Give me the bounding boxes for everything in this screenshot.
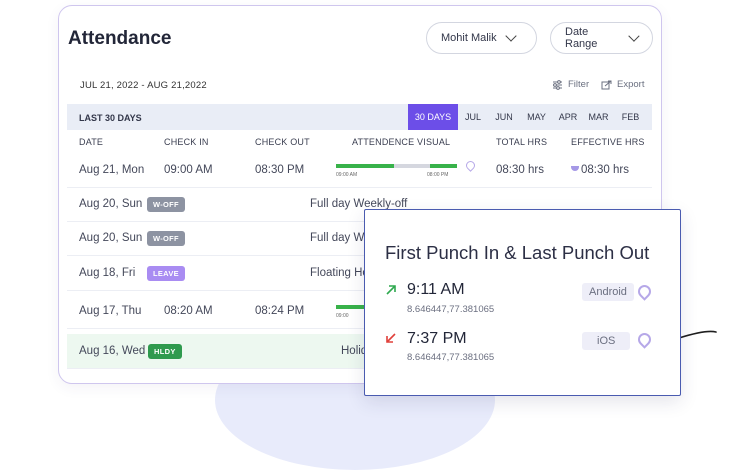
punch-in-device-badge: Android [582, 283, 634, 301]
punch-out-coordinates: 8.646447,77.381065 [407, 352, 495, 363]
arrow-up-right-icon [386, 285, 396, 295]
punch-details-popup: First Punch In & Last Punch Out 9:11 AM … [364, 209, 681, 396]
punch-out-time: 7:37 PM [407, 330, 467, 347]
location-pin-icon[interactable] [635, 330, 654, 349]
punch-in-time: 9:11 AM [407, 281, 465, 298]
punch-out-device-badge: iOS [582, 332, 631, 350]
popup-title: First Punch In & Last Punch Out [385, 242, 650, 263]
location-pin-icon[interactable] [635, 282, 654, 301]
punch-in-coordinates: 8.646447,77.381065 [407, 304, 495, 315]
arrow-down-left-icon [386, 333, 396, 343]
